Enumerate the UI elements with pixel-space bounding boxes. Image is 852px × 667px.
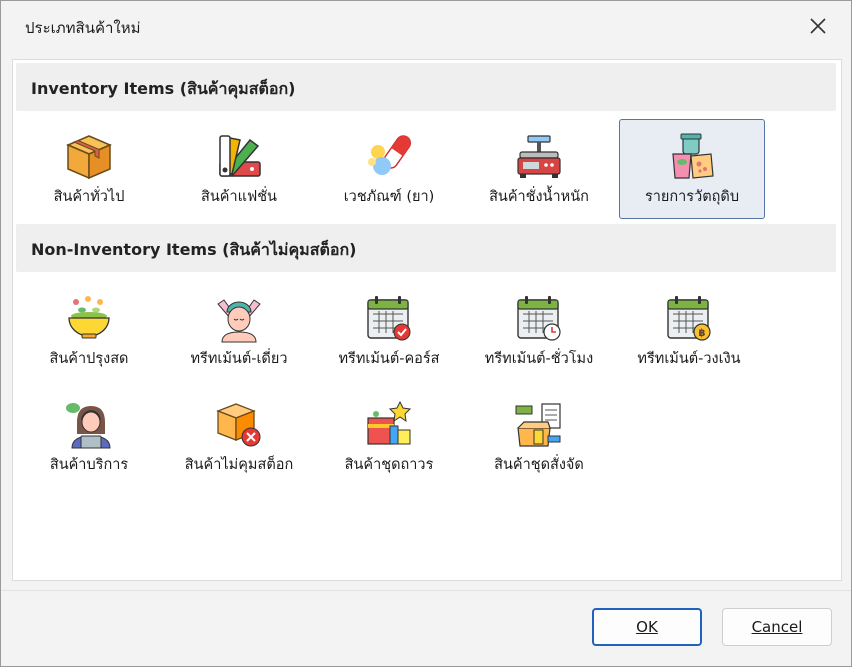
cancel-button[interactable]: Cancel [722, 608, 832, 646]
close-icon [810, 18, 826, 34]
tile-fresh-cooked[interactable]: สินค้าปรุงสด [16, 281, 162, 381]
tile-non-stock[interactable]: สินค้าไม่คุมสต็อก [166, 387, 312, 487]
tile-treatment-credit[interactable]: ฿ ทรีทเม้นต์-วงเงิน [616, 281, 762, 381]
inventory-section-header: Inventory Items (สินค้าคุมสต็อก) [16, 63, 836, 111]
tile-weighted-product[interactable]: สินค้าชั่งน้ำหนัก [466, 119, 612, 219]
calendar-clock-icon [517, 296, 561, 341]
footer-divider [1, 590, 851, 591]
service-agent-icon [66, 403, 111, 449]
window-title: ประเภทสินค้าใหม่ [25, 19, 141, 37]
tile-treatment-course[interactable]: ทรีทเม้นต์-คอร์ส [316, 281, 462, 381]
item-type-panel: Inventory Items (สินค้าคุมสต็อก) สินค้าท… [12, 59, 842, 581]
inventory-header-label: Inventory Items (สินค้าคุมสต็อก) [31, 79, 296, 98]
tile-general-product[interactable]: สินค้าทั่วไป [16, 119, 162, 219]
salad-bowl-icon [68, 296, 110, 339]
tile-treatment-single[interactable]: ทรีทเม้นต์-เดี่ยว [166, 281, 312, 381]
pills-icon [368, 135, 412, 175]
close-button[interactable] [803, 11, 833, 41]
tile-label: สินค้าชั่งน้ำหนัก [489, 189, 589, 205]
tile-label: ทรีทเม้นต์-ชั่วโมง [484, 351, 594, 367]
tile-label: ทรีทเม้นต์-เดี่ยว [190, 351, 288, 367]
raw-materials-icon [672, 133, 714, 179]
box-icon [66, 135, 112, 180]
tile-service[interactable]: สินค้าบริการ [16, 387, 162, 487]
calendar-check-icon [367, 296, 411, 341]
ok-button[interactable]: OK [592, 608, 702, 646]
tile-label: สินค้าบริการ [49, 457, 129, 473]
tile-label: ทรีทเม้นต์-คอร์ส [338, 351, 440, 367]
tile-label: สินค้าชุดถาวร [344, 457, 434, 473]
noninventory-header-label: Non-Inventory Items (สินค้าไม่คุมสต็อก) [31, 240, 357, 259]
tile-label: สินค้าแฟชั่น [201, 189, 277, 205]
custom-set-icon [515, 403, 561, 447]
calendar-coin-icon: ฿ [667, 296, 711, 341]
box-cancel-icon [216, 403, 261, 447]
tile-label: สินค้าไม่คุมสต็อก [184, 457, 294, 473]
tile-fashion-product[interactable]: สินค้าแฟชั่น [166, 119, 312, 219]
tile-label: สินค้าปรุงสด [49, 351, 129, 367]
weighing-scale-icon [517, 135, 561, 178]
tile-label: สินค้าชุดสั่งจัด [494, 457, 584, 473]
tile-permanent-set[interactable]: สินค้าชุดถาวร [316, 387, 462, 487]
title-bar: ประเภทสินค้าใหม่ [1, 1, 851, 51]
tile-label: สินค้าทั่วไป [53, 189, 125, 205]
dialog-window: ประเภทสินค้าใหม่ Inventory Items (สินค้า… [0, 0, 852, 667]
spa-face-icon [217, 299, 261, 343]
tile-medicine[interactable]: เวชภัณฑ์ (ยา) [316, 119, 462, 219]
tile-label: ทรีทเม้นต์-วงเงิน [637, 351, 741, 367]
tile-raw-materials[interactable]: รายการวัตถุดิบ [619, 119, 765, 219]
noninventory-section-header: Non-Inventory Items (สินค้าไม่คุมสต็อก) [16, 224, 836, 272]
tile-custom-set[interactable]: สินค้าชุดสั่งจัด [466, 387, 612, 487]
gift-set-icon [367, 400, 412, 445]
svg-text:฿: ฿ [699, 328, 706, 339]
tile-label: รายการวัตถุดิบ [644, 189, 740, 205]
color-swatch-icon [219, 135, 261, 177]
tile-label: เวชภัณฑ์ (ยา) [343, 189, 435, 205]
tile-treatment-hourly[interactable]: ทรีทเม้นต์-ชั่วโมง [466, 281, 612, 381]
